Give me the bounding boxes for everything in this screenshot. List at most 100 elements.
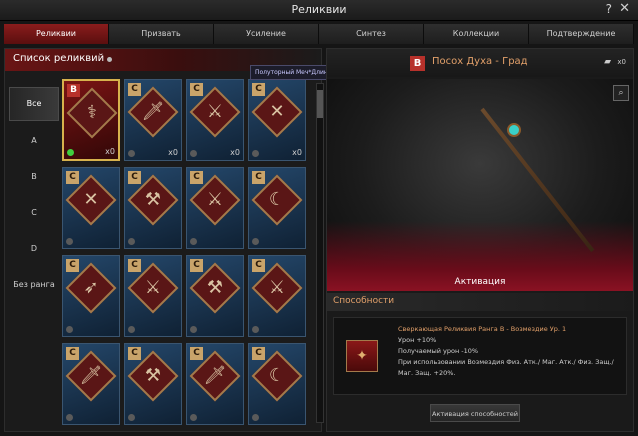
- gem-icon: [190, 414, 197, 421]
- ability-line: Урон +10%: [398, 336, 437, 344]
- gem-icon: [252, 238, 259, 245]
- ability-line: При использовании Возмездия Физ. Атк./ М…: [398, 358, 614, 377]
- relic-card[interactable]: C 🗡: [186, 343, 244, 425]
- tab-4[interactable]: Коллекции: [424, 24, 529, 44]
- relic-card[interactable]: C 🗡 x0: [124, 79, 182, 161]
- ability-card: ✦ Сверкающая Реликвия Ранга B - Возмезди…: [333, 317, 627, 395]
- weapon-icon: ☾: [268, 189, 286, 210]
- filter-2[interactable]: B: [9, 159, 59, 195]
- gem-icon: [190, 326, 197, 333]
- grade-badge: C: [190, 259, 203, 272]
- weapon-icon: 🗡: [203, 365, 227, 386]
- filter-4[interactable]: D: [9, 231, 59, 267]
- gem-icon: [128, 326, 135, 333]
- relic-preview: ⌕ Активация: [327, 79, 633, 291]
- folder-count: x0: [617, 58, 626, 66]
- grade-badge: C: [128, 259, 141, 272]
- ability-line: Получаемый урон -10%: [398, 347, 479, 355]
- activation-label: Активация: [454, 277, 506, 287]
- zoom-icon[interactable]: ⌕: [613, 85, 629, 101]
- relic-card[interactable]: C ⚔: [186, 167, 244, 249]
- weapon-icon: ⚔: [206, 101, 224, 122]
- gem-icon: [66, 238, 73, 245]
- relic-card[interactable]: C ⚔ x0: [186, 79, 244, 161]
- gem-icon: [190, 150, 197, 157]
- gem-icon: [66, 326, 73, 333]
- grade-badge: C: [252, 171, 265, 184]
- weapon-icon: ⚒: [144, 365, 162, 386]
- relic-list-scrollbar[interactable]: [316, 83, 324, 423]
- ability-icon: ✦: [346, 340, 378, 372]
- grade-badge: B: [410, 56, 425, 71]
- relic-count: x0: [105, 147, 115, 156]
- filter-5[interactable]: Без ранга: [9, 267, 59, 303]
- relic-card[interactable]: C ⚒: [124, 167, 182, 249]
- gem-icon: [67, 149, 74, 156]
- relic-card[interactable]: C ☾: [248, 343, 306, 425]
- weapon-icon: ⚒: [144, 189, 162, 210]
- filter-0[interactable]: Все: [9, 87, 59, 121]
- weapon-icon: ⚔: [144, 277, 162, 298]
- filter-3[interactable]: C: [9, 195, 59, 231]
- gem-icon: [252, 150, 259, 157]
- grade-badge: B: [67, 84, 80, 97]
- relic-card[interactable]: C ➶: [62, 255, 120, 337]
- relic-name: Посох Духа - Град: [432, 56, 528, 67]
- relic-card[interactable]: C ✕: [62, 167, 120, 249]
- abilities-title: Способности: [333, 296, 395, 306]
- relic-count: x0: [168, 148, 178, 157]
- gem-icon: [128, 150, 135, 157]
- relic-detail-panel: B Посох Духа - Град ▰ x0 ⌕ Активация Спо…: [326, 48, 634, 432]
- gem-icon: [128, 414, 135, 421]
- grade-badge: C: [190, 83, 203, 96]
- grade-filters: Все A B C D Без ранга: [9, 85, 59, 303]
- filter-1[interactable]: A: [9, 123, 59, 159]
- grade-badge: C: [66, 171, 79, 184]
- main-tabs: Реликвии Призвать Усиление Синтез Коллекции П…: [4, 24, 634, 44]
- relic-card[interactable]: C ⚒: [124, 343, 182, 425]
- detail-header: B Посох Духа - Град ▰ x0: [327, 49, 633, 77]
- relic-card[interactable]: C ⚒: [186, 255, 244, 337]
- grade-badge: C: [128, 347, 141, 360]
- folder-icon[interactable]: ▰: [604, 57, 611, 67]
- gem-icon: [66, 414, 73, 421]
- relic-card[interactable]: B ⚕ x0: [62, 79, 120, 161]
- relic-count: x0: [230, 148, 240, 157]
- weapon-icon: 🗡: [79, 365, 103, 386]
- activate-abilities-button[interactable]: Активация способностей: [430, 404, 520, 422]
- weapon-icon: ⚔: [268, 277, 286, 298]
- weapon-icon: ⚒: [206, 277, 224, 298]
- scrollbar-thumb[interactable]: [317, 90, 323, 118]
- tab-1[interactable]: Призвать: [109, 24, 214, 44]
- grade-badge: C: [252, 259, 265, 272]
- help-button[interactable]: ?: [606, 2, 612, 16]
- relic-card[interactable]: C ⚔: [124, 255, 182, 337]
- ability-title: Сверкающая Реликвия Ранга B - Возмездие …: [398, 325, 567, 333]
- grade-badge: C: [66, 347, 79, 360]
- relic-card[interactable]: C ✕ x0: [248, 79, 306, 161]
- grade-badge: C: [128, 83, 141, 96]
- relic-card[interactable]: C 🗡: [62, 343, 120, 425]
- weapon-icon: ☾: [268, 365, 286, 386]
- weapon-icon: ⚔: [206, 189, 224, 210]
- weapon-icon: ✕: [83, 189, 99, 210]
- title-bar: Реликвии ? ✕: [0, 0, 638, 21]
- close-button[interactable]: ✕: [619, 1, 630, 16]
- grade-badge: C: [128, 171, 141, 184]
- relic-card[interactable]: C ☾: [248, 167, 306, 249]
- grade-badge: C: [252, 83, 265, 96]
- relic-count: x0: [292, 148, 302, 157]
- gem-icon: [252, 326, 259, 333]
- weapon-icon: 🗡: [141, 101, 165, 122]
- tab-2[interactable]: Усиление: [214, 24, 319, 44]
- ability-text: Сверкающая Реликвия Ранга B - Возмездие …: [398, 324, 624, 379]
- tab-3[interactable]: Синтез: [319, 24, 424, 44]
- grade-badge: C: [190, 171, 203, 184]
- tab-5[interactable]: Подтверждение: [529, 24, 634, 44]
- gem-icon: [252, 414, 259, 421]
- relic-card[interactable]: C ⚔: [248, 255, 306, 337]
- relic-list-title: Список реликвий: [13, 53, 105, 64]
- abilities-header: Способности: [327, 293, 633, 311]
- tab-0[interactable]: Реликвии: [4, 24, 109, 44]
- weapon-icon: ✕: [269, 101, 285, 122]
